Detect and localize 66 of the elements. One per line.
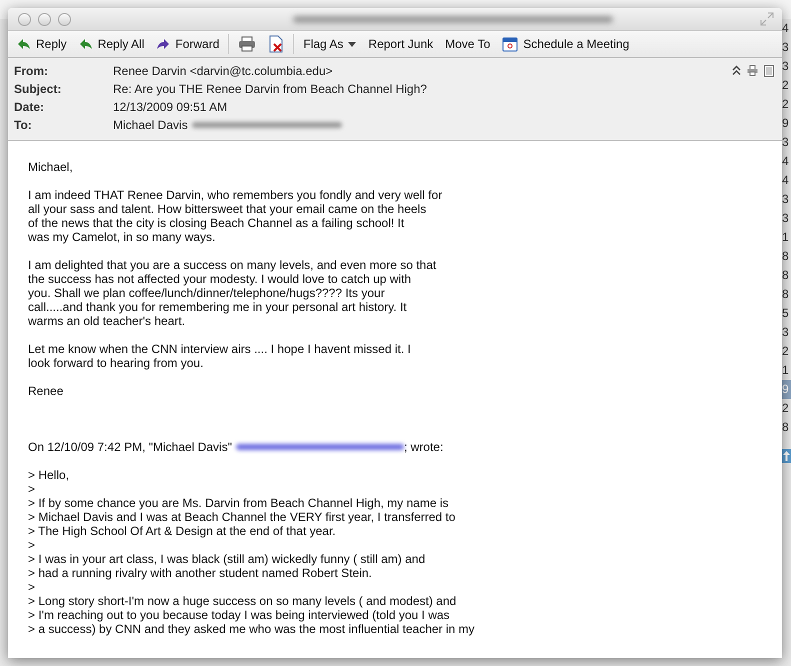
quote-intro-text: On 12/10/09 7:42 PM, "Michael Davis" bbox=[28, 440, 232, 454]
document-icon[interactable] bbox=[764, 65, 774, 77]
header-label: Subject: bbox=[14, 82, 62, 96]
toolbar-button[interactable]: Schedule a Meeting bbox=[499, 34, 632, 54]
time-fragment[interactable]: 8 bbox=[781, 418, 791, 437]
calendar-icon bbox=[502, 36, 518, 52]
header-value: Renee Darvin <darvin@tc.columbia.edu> bbox=[113, 64, 333, 78]
scroll-up-icon[interactable] bbox=[782, 449, 791, 463]
quoted-line: > bbox=[28, 580, 36, 594]
quoted-line: > Long story short-I'm now a huge success on so many levels ( and modest) and bbox=[28, 594, 458, 608]
header-value: 12/13/2009 09:51 AM bbox=[113, 100, 228, 114]
time-fragment[interactable]: 2 bbox=[781, 342, 791, 361]
time-fragment[interactable]: 3 bbox=[781, 38, 791, 57]
delete-document-icon bbox=[268, 35, 284, 53]
greeting-text: Michael, bbox=[28, 160, 74, 174]
body-paragraph: I am delighted that you are a success on many levels, and even more so that the success has not affected your modesty. I would love to catch up with you. Shall we plan coffee/lunch/dinner/telephone/hugs???? Its your call.....and thank you for remembering me in your personal art history. It warms an old teacher's heart. bbox=[28, 258, 438, 328]
quoted-line: > Michael Davis and I was at Beach Channel the VERY first year, I transferred to bbox=[28, 510, 456, 524]
time-fragment[interactable]: 2 bbox=[781, 76, 791, 95]
time-fragment[interactable]: 8 bbox=[781, 266, 791, 285]
quoted-line: > The High School Of Art & Design at the end of that year. bbox=[28, 524, 337, 538]
time-fragment[interactable]: 3 bbox=[781, 133, 791, 152]
reply-icon bbox=[17, 38, 31, 50]
time-fragment[interactable]: 2 bbox=[781, 95, 791, 114]
body-paragraph: I am indeed THAT Renee Darvin, who remembers you fondly and very well for all your sass and talent. How bittersweet that your email came on the heels of the news that the city is closing Beach Channel as a failing school! It was my Camelot, in so many ways. bbox=[28, 188, 444, 244]
time-fragment[interactable]: 2 bbox=[781, 399, 791, 418]
toolbar-button[interactable]: Reply bbox=[14, 35, 70, 53]
signature-text: Renee bbox=[28, 384, 64, 398]
body-paragraph: Let me know when the CNN interview airs .... I hope I havent missed it. I look forward to hearing from you. bbox=[28, 342, 412, 370]
quoted-line: > I was in your art class, I was black (still am) wickedly funny ( still am) and bbox=[28, 552, 426, 566]
collapse-icon[interactable] bbox=[732, 65, 741, 76]
toolbar-button[interactable]: Reply All bbox=[76, 35, 148, 53]
reply-all-icon bbox=[78, 38, 93, 50]
time-fragment[interactable]: 1 bbox=[781, 361, 791, 380]
quoted-line: > had a running rivalry with another student named Robert Stein. bbox=[28, 566, 373, 580]
time-fragment[interactable]: 1 bbox=[781, 228, 791, 247]
header-label: Date: bbox=[14, 100, 46, 114]
time-fragment[interactable]: 4 bbox=[781, 171, 791, 190]
quoted-line: > I'm reaching out to you because today I was being interviewed (told you I was bbox=[28, 608, 451, 622]
time-fragment[interactable]: 3 bbox=[781, 190, 791, 209]
time-fragment[interactable]: 8 bbox=[781, 247, 791, 266]
toolbar-button[interactable]: Report Junk bbox=[365, 35, 436, 53]
time-fragment[interactable]: 8 bbox=[781, 285, 791, 304]
header-label: From: bbox=[14, 64, 49, 78]
printer-icon bbox=[238, 36, 256, 52]
forward-icon bbox=[156, 38, 170, 50]
toolbar-button[interactable]: Move To bbox=[442, 35, 494, 53]
quoted-line: > a success) by CNN and they asked me who was the most influential teacher in my bbox=[28, 622, 476, 636]
quoted-line: > bbox=[28, 538, 36, 552]
time-fragment[interactable]: 3 bbox=[781, 209, 791, 228]
time-fragment[interactable]: 4 bbox=[781, 19, 791, 38]
toolbar-button[interactable]: Forward bbox=[153, 35, 222, 53]
header-value: Re: Are you THE Renee Darvin from Beach Channel High? bbox=[113, 82, 427, 96]
quoted-line: > bbox=[28, 482, 36, 496]
quote-intro-text: ; wrote: bbox=[404, 440, 444, 454]
header-label: To: bbox=[14, 118, 33, 132]
time-fragment[interactable]: 3 bbox=[781, 57, 791, 76]
time-fragment[interactable]: 3 bbox=[781, 323, 791, 342]
toolbar-button[interactable]: Flag As bbox=[300, 35, 360, 53]
quoted-line: > Hello, bbox=[28, 468, 70, 482]
time-fragment[interactable]: 5 bbox=[781, 304, 791, 323]
printer-icon[interactable] bbox=[747, 65, 758, 76]
time-fragment[interactable]: 4 bbox=[781, 152, 791, 171]
caret-icon bbox=[348, 42, 356, 46]
quoted-line: > If by some chance you are Ms. Darvin from Beach Channel High, my name is bbox=[28, 496, 450, 510]
header-value: Michael Davis bbox=[113, 118, 188, 132]
time-fragment[interactable]: 9 bbox=[781, 114, 791, 133]
